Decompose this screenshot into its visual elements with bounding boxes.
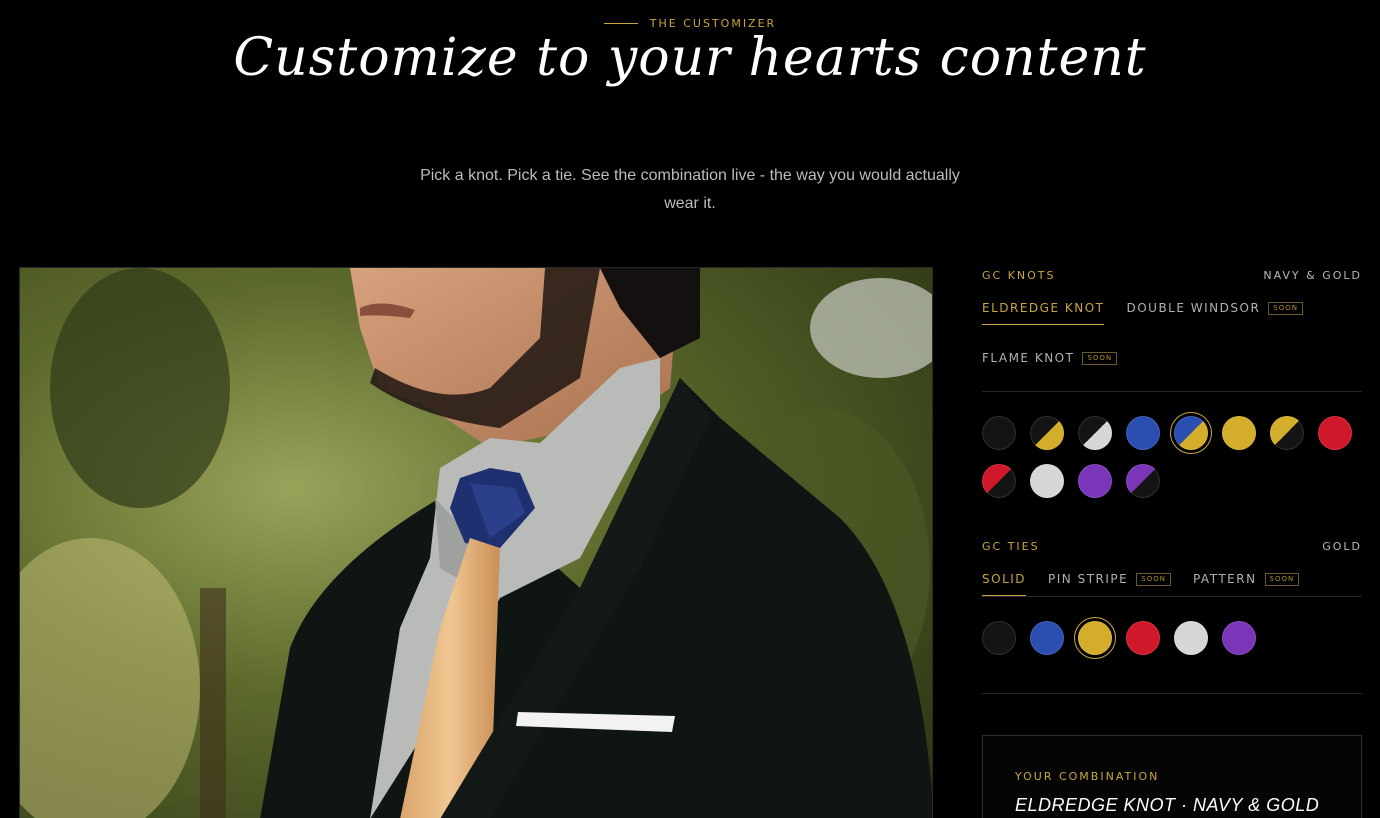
- swatch-navy[interactable]: [1030, 621, 1064, 655]
- divider: [982, 596, 1362, 597]
- eyebrow-row: THE CUSTOMIZER: [0, 9, 1380, 30]
- knots-header: GC KNOTS NAVY & GOLD: [982, 260, 1362, 290]
- divider: [982, 693, 1362, 694]
- page-title: Customize to your hearts content: [233, 28, 1147, 88]
- soon-badge: SOON: [1264, 572, 1300, 586]
- ties-header: GC TIES GOLD: [982, 531, 1362, 561]
- tie-swatches: [982, 617, 1362, 659]
- eyebrow-line: [603, 23, 638, 24]
- swatch-silver[interactable]: [1174, 621, 1208, 655]
- tab-flame-knot[interactable]: FLAME KNOT SOON: [982, 341, 1118, 375]
- combination-label: YOUR COMBINATION: [1015, 770, 1160, 783]
- tab-eldredge-knot[interactable]: ELDREDGE KNOT: [982, 291, 1104, 325]
- swatch-black[interactable]: [982, 621, 1016, 655]
- swatch-purple-black[interactable]: [1126, 464, 1160, 498]
- swatch-red[interactable]: [1126, 621, 1160, 655]
- tab-label: PIN STRIPE: [1048, 572, 1129, 586]
- preview-image: [19, 267, 933, 818]
- ties-selected-color: GOLD: [1322, 539, 1362, 553]
- knot-swatches: [982, 412, 1362, 498]
- swatch-gold[interactable]: [1074, 617, 1116, 659]
- knots-label: GC KNOTS: [982, 268, 1056, 282]
- soon-badge: SOON: [1136, 572, 1171, 586]
- ties-label: GC TIES: [982, 539, 1040, 553]
- swatch-red[interactable]: [1318, 416, 1352, 450]
- knot-tabs: ELDREDGE KNOT DOUBLE WINDSOR SOON FLAME KNO…: [982, 291, 1362, 391]
- swatch-black[interactable]: [982, 416, 1016, 450]
- tab-double-windsor[interactable]: DOUBLE WINDSOR SOON: [1126, 291, 1303, 325]
- customizer-panel: GC KNOTS NAVY & GOLD ELDREDGE KNOT DOUBLE…: [982, 260, 1362, 694]
- soon-badge: SOON: [1268, 301, 1303, 315]
- tab-label: PATTERN: [1192, 572, 1257, 586]
- swatch-black-gold[interactable]: [1030, 416, 1064, 450]
- divider: [982, 391, 1362, 392]
- combination-summary: YOUR COMBINATION ELDREDGE KNOT · NAVY & …: [982, 735, 1362, 818]
- swatch-navy-gold[interactable]: [1170, 412, 1212, 454]
- tab-label: ELDREDGE KNOT: [982, 301, 1105, 315]
- tab-pattern[interactable]: PATTERN SOON: [1192, 562, 1300, 596]
- swatch-purple[interactable]: [1078, 464, 1112, 498]
- tab-label: FLAME KNOT: [982, 351, 1075, 365]
- soon-badge: SOON: [1082, 351, 1118, 365]
- tab-solid[interactable]: SOLID: [982, 562, 1026, 596]
- swatch-black-silver[interactable]: [1078, 416, 1112, 450]
- page-subtitle: Pick a knot. Pick a tie. See the combina…: [420, 167, 960, 212]
- tab-label: DOUBLE WINDSOR: [1126, 301, 1261, 315]
- swatch-gold[interactable]: [1222, 416, 1256, 450]
- swatch-purple[interactable]: [1222, 621, 1256, 655]
- swatch-silver[interactable]: [1030, 464, 1064, 498]
- tie-tabs: SOLID PIN STRIPE SOON PATTERN SOON: [982, 562, 1362, 596]
- combination-value: ELDREDGE KNOT · NAVY & GOLD: [1015, 795, 1320, 815]
- swatch-navy[interactable]: [1126, 416, 1160, 450]
- tab-label: SOLID: [982, 572, 1027, 586]
- swatch-gold-black[interactable]: [1270, 416, 1304, 450]
- knots-selected-color: NAVY & GOLD: [1263, 268, 1362, 282]
- tab-pin-stripe[interactable]: PIN STRIPE SOON: [1048, 562, 1171, 596]
- swatch-red-black[interactable]: [982, 464, 1016, 498]
